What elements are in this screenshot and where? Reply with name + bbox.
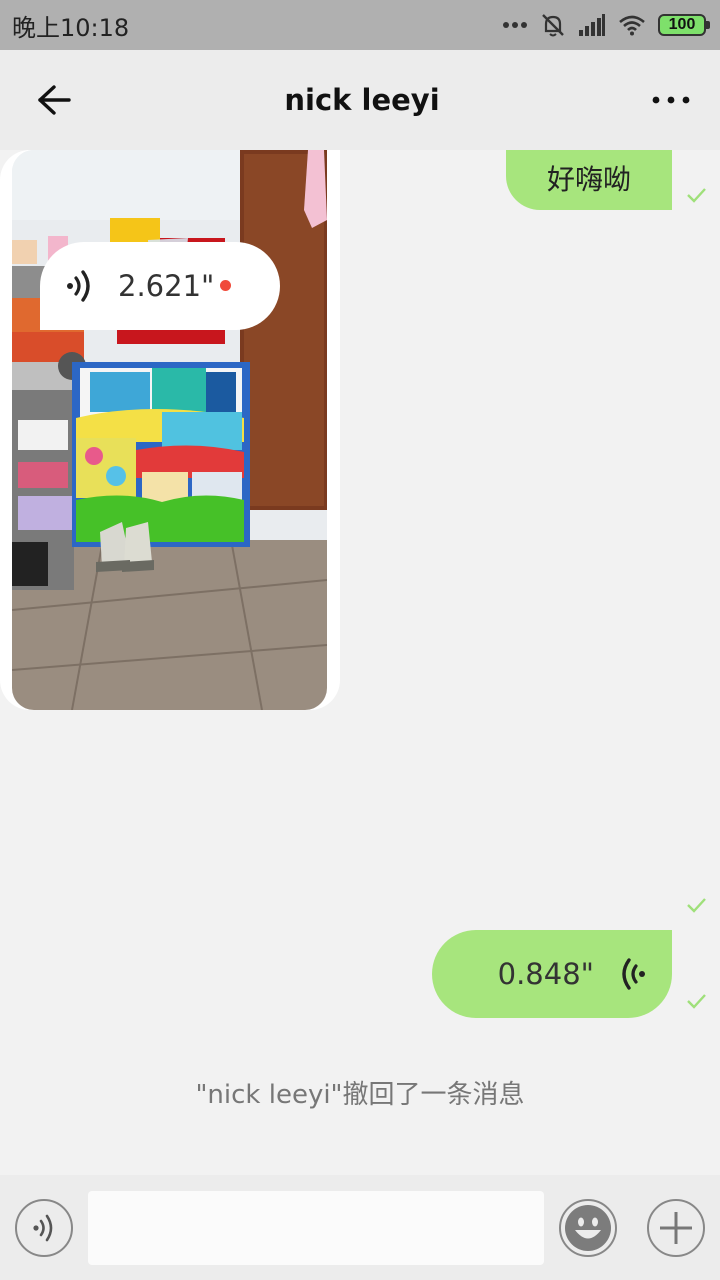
status-icons: 100 — [502, 12, 710, 38]
sent-check-icon — [687, 898, 706, 913]
outgoing-voice-message[interactable]: 0.848" — [432, 930, 672, 1018]
chat-title: nick leeyi — [284, 83, 440, 117]
message-input[interactable] — [88, 1191, 544, 1265]
battery-icon: 100 — [658, 14, 710, 36]
voice-toggle-icon — [33, 1214, 53, 1242]
voice-wave-icon — [67, 270, 90, 302]
status-time: 晚上10:18 — [12, 13, 130, 42]
unread-dot — [220, 279, 232, 291]
outgoing-text-message[interactable]: 好嗨呦 — [506, 150, 672, 210]
recall-notice: "nick leeyi"撤回了一条消息 — [195, 1080, 525, 1110]
message-list[interactable]: 好嗨呦 2.621" 0.848" "nick leeyi"撤回了一条消息 — [0, 150, 720, 1175]
message-text: 好嗨呦 — [546, 163, 631, 196]
back-arrow-icon[interactable] — [36, 84, 72, 116]
chat-header: nick leeyi — [0, 50, 720, 150]
signal-icon — [579, 14, 605, 36]
emoji-button[interactable] — [559, 1199, 617, 1257]
emoji-icon — [565, 1205, 611, 1251]
more-horizontal-icon[interactable] — [652, 96, 690, 104]
sent-check-icon — [687, 994, 706, 1009]
incoming-voice-message[interactable]: 2.621" — [40, 242, 280, 330]
plus-icon — [660, 1212, 692, 1244]
input-bar — [0, 1175, 720, 1280]
voice-wave-icon — [622, 958, 645, 990]
outgoing-image-message[interactable] — [0, 150, 340, 710]
status-bar: 晚上10:18 100 — [0, 0, 720, 50]
voice-duration: 2.621" — [118, 269, 215, 303]
add-button[interactable] — [647, 1199, 705, 1257]
sent-check-icon — [687, 188, 706, 203]
wifi-icon — [619, 15, 645, 36]
voice-duration: 0.848" — [497, 957, 594, 991]
mute-bell-icon — [542, 14, 564, 37]
voice-toggle-button[interactable] — [15, 1199, 73, 1257]
more-dots-icon — [503, 22, 527, 28]
shared-photo[interactable] — [12, 150, 327, 710]
